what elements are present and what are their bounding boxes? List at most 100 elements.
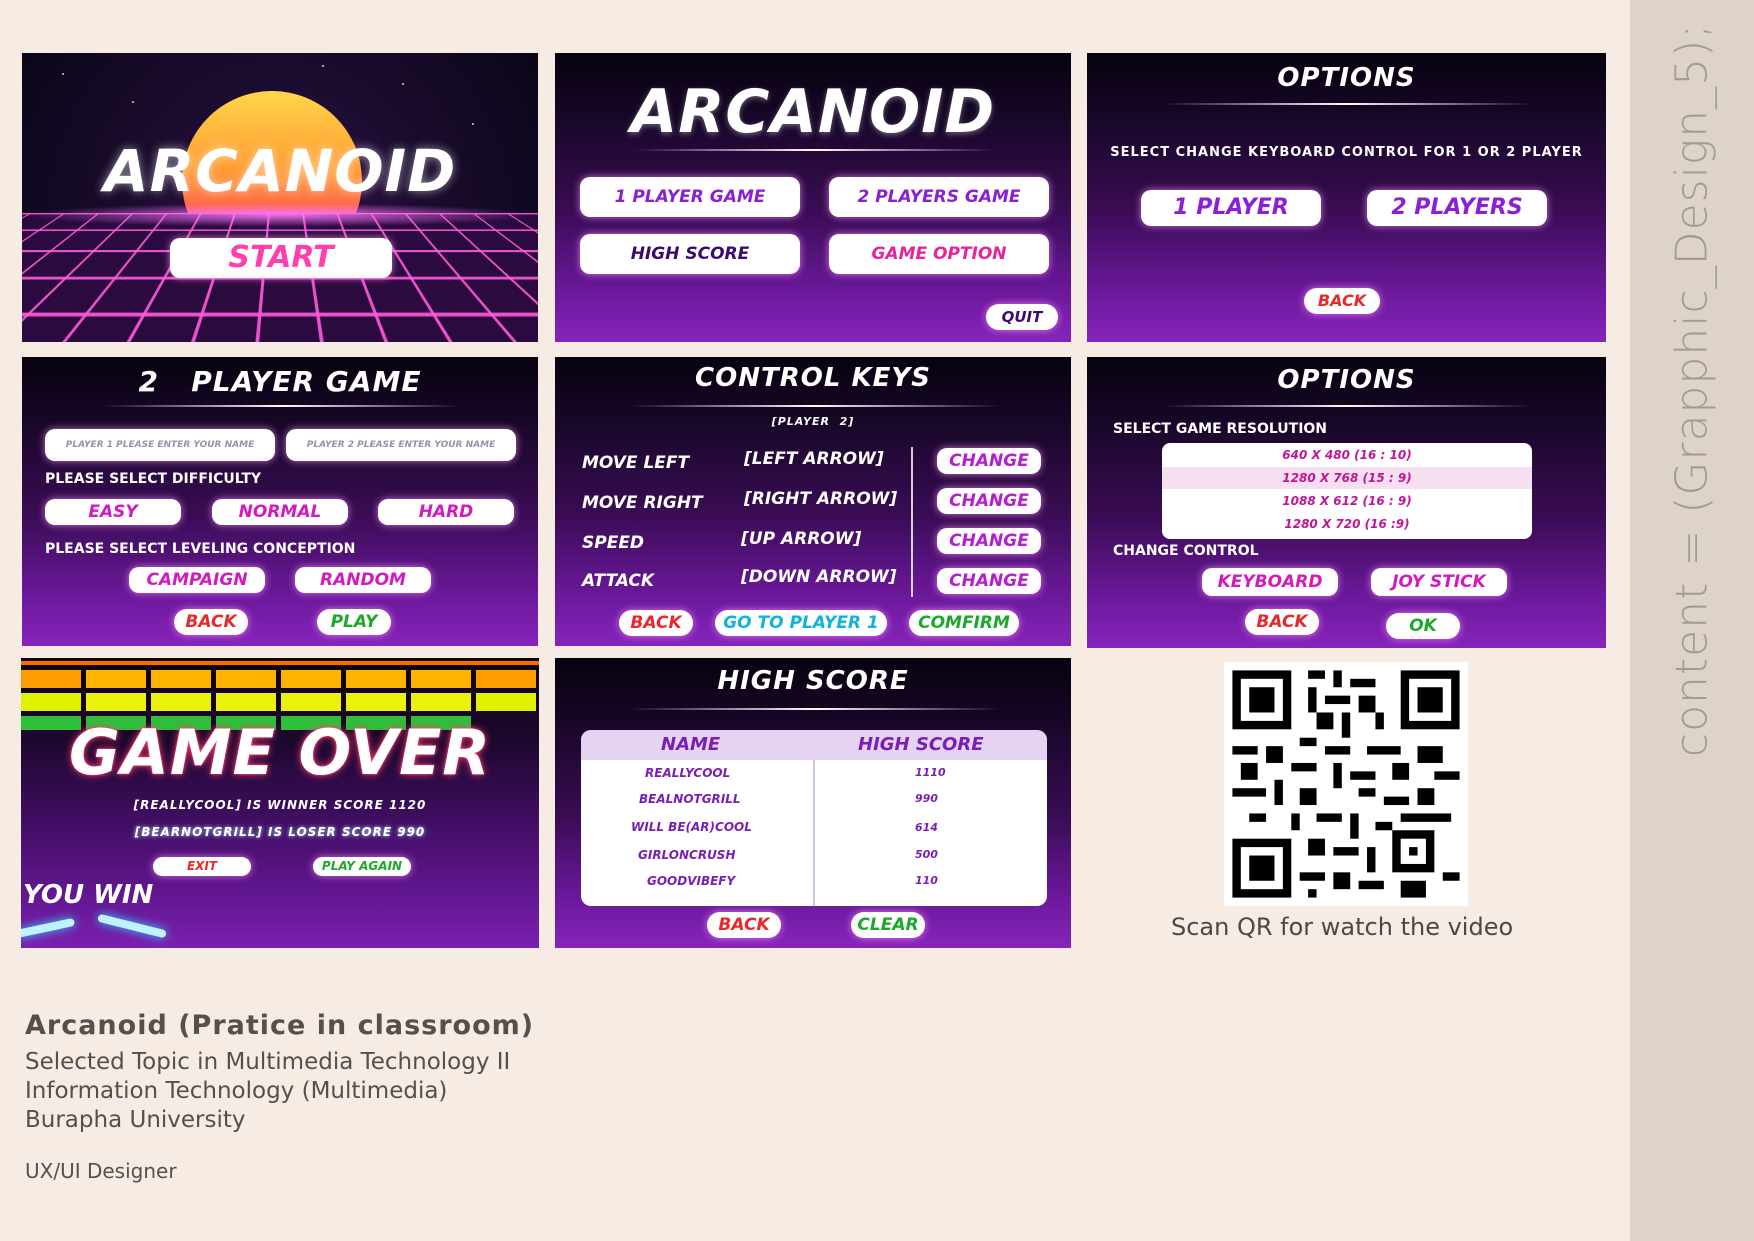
- one-player-game-button[interactable]: 1 PLAYER GAME: [580, 177, 800, 217]
- start-button[interactable]: START: [170, 238, 392, 278]
- score-column-header: HIGH SCORE: [858, 734, 984, 755]
- player-indicator: [PLAYER 2]: [771, 415, 855, 428]
- back-button[interactable]: BACK: [619, 610, 693, 636]
- qr-code-icon: [1224, 662, 1468, 906]
- qr-code[interactable]: [1224, 662, 1468, 906]
- high-score-table: NAME HIGH SCORE REALLYCOOL 1110 BEALNOTG…: [581, 730, 1047, 906]
- change-button[interactable]: CHANGE: [937, 528, 1041, 554]
- laser-paddle: [21, 917, 76, 939]
- action-label: MOVE RIGHT: [582, 493, 703, 513]
- two-players-game-button[interactable]: 2 PLAYERS GAME: [829, 177, 1049, 217]
- high-score-panel: HIGH SCORE NAME HIGH SCORE REALLYCOOL 11…: [555, 658, 1071, 948]
- title-underline: [635, 149, 995, 151]
- score-cell: 614: [915, 821, 938, 834]
- game-option-button[interactable]: GAME OPTION: [829, 234, 1049, 274]
- options-title: OPTIONS: [1277, 63, 1416, 93]
- options-keyboard-panel: OPTIONS SELECT CHANGE KEYBOARD CONTROL F…: [1087, 53, 1606, 342]
- laser-paddle: [97, 913, 167, 939]
- player-name-cell: BEALNOTGRILL: [639, 792, 741, 806]
- change-button[interactable]: CHANGE: [937, 448, 1041, 474]
- key-label: [LEFT ARROW]: [744, 449, 884, 469]
- action-label: SPEED: [582, 533, 645, 553]
- random-button[interactable]: RANDOM: [295, 567, 431, 593]
- easy-button[interactable]: EASY: [45, 499, 181, 525]
- star: [322, 65, 324, 67]
- play-again-button[interactable]: PLAY AGAIN: [313, 857, 411, 876]
- title-underline: [630, 405, 1000, 407]
- qr-caption: Scan QR for watch the video: [1171, 913, 1514, 941]
- player-name-cell: GOODVIBEFY: [647, 874, 736, 888]
- quit-button[interactable]: QUIT: [986, 304, 1058, 330]
- column-divider: [813, 760, 815, 906]
- project-line1: Selected Topic in Multimedia Technology …: [25, 1049, 511, 1075]
- project-line3: Burapha University: [25, 1107, 246, 1133]
- joystick-button[interactable]: JOY STICK: [1371, 568, 1507, 596]
- resolution-option-selected[interactable]: 1280 X 768 (15 : 9): [1162, 467, 1532, 489]
- title-underline: [1162, 103, 1532, 105]
- star: [472, 123, 474, 125]
- confirm-button[interactable]: COMFIRM: [909, 610, 1019, 636]
- back-button[interactable]: BACK: [1304, 288, 1380, 314]
- two-player-game-panel: 2 PLAYER GAME PLAYER 1 PLEASE ENTER YOUR…: [22, 357, 538, 646]
- score-cell: 1110: [915, 766, 946, 779]
- high-score-button[interactable]: HIGH SCORE: [580, 234, 800, 274]
- resolution-option[interactable]: 1280 X 720 (16 :9): [1162, 513, 1532, 535]
- options-title: OPTIONS: [1277, 365, 1416, 395]
- leveling-label: PLEASE SELECT LEVELING CONCEPTION: [45, 541, 356, 557]
- player1-name-input[interactable]: PLAYER 1 PLEASE ENTER YOUR NAME: [45, 429, 275, 461]
- game-logo-title: ARCANOID: [103, 137, 457, 205]
- project-title: Arcanoid (Pratice in classroom): [25, 1010, 535, 1041]
- score-cell: 110: [915, 874, 938, 887]
- normal-button[interactable]: NORMAL: [212, 499, 348, 525]
- difficulty-label: PLEASE SELECT DIFFICULTY: [45, 471, 262, 487]
- control-keys-title: CONTROL KEYS: [695, 363, 931, 393]
- keyboard-control-subtitle: SELECT CHANGE KEYBOARD CONTROL FOR 1 OR …: [1110, 145, 1583, 160]
- change-button[interactable]: CHANGE: [937, 488, 1041, 514]
- you-win-label: YOU WIN: [23, 880, 154, 910]
- menu-logo-title: ARCANOID: [630, 77, 996, 147]
- resolution-label: SELECT GAME RESOLUTION: [1113, 421, 1328, 437]
- star: [402, 83, 404, 85]
- options-resolution-panel: OPTIONS SELECT GAME RESOLUTION 640 X 480…: [1087, 357, 1606, 648]
- campaign-button[interactable]: CAMPAIGN: [129, 567, 265, 593]
- resolution-option[interactable]: 640 X 480 (16 : 10): [1162, 444, 1532, 466]
- change-button[interactable]: CHANGE: [937, 568, 1041, 594]
- hard-button[interactable]: HARD: [378, 499, 514, 525]
- title-underline: [102, 405, 462, 407]
- loser-line: [BEARNOTGRILL] IS LOSER SCORE 990: [134, 825, 426, 839]
- exit-button[interactable]: EXIT: [153, 857, 251, 876]
- back-button[interactable]: BACK: [707, 912, 781, 938]
- player-name-cell: REALLYCOOL: [645, 766, 731, 780]
- game-over-panel: GAME OVER [REALLYCOOL] IS WINNER SCORE 1…: [21, 658, 539, 948]
- title-underline: [630, 708, 1000, 710]
- action-label: MOVE LEFT: [582, 453, 690, 473]
- horizon-glow: [22, 203, 538, 227]
- clear-button[interactable]: CLEAR: [851, 912, 925, 938]
- go-to-player1-button[interactable]: GO TO PLAYER 1: [715, 610, 887, 636]
- action-label: ATTACK: [582, 571, 655, 591]
- star: [132, 101, 134, 103]
- play-button[interactable]: PLAY: [317, 609, 391, 635]
- two-players-button[interactable]: 2 PLAYERS: [1367, 190, 1547, 226]
- title-underline: [1162, 405, 1532, 407]
- back-button[interactable]: BACK: [174, 609, 248, 635]
- key-label: [DOWN ARROW]: [741, 567, 897, 587]
- resolution-list[interactable]: 640 X 480 (16 : 10) 1280 X 768 (15 : 9) …: [1162, 443, 1532, 539]
- winner-line: [REALLYCOOL] IS WINNER SCORE 1120: [133, 798, 427, 812]
- main-menu-panel: ARCANOID 1 PLAYER GAME 2 PLAYERS GAME HI…: [555, 53, 1071, 342]
- one-player-button[interactable]: 1 PLAYER: [1141, 190, 1321, 226]
- title-screen-panel: ARCANOID START: [22, 53, 538, 342]
- player2-name-input[interactable]: PLAYER 2 PLEASE ENTER YOUR NAME: [286, 429, 516, 461]
- two-player-title: 2 PLAYER GAME: [138, 365, 422, 398]
- ok-button[interactable]: OK: [1386, 613, 1460, 639]
- keyboard-button[interactable]: KEYBOARD: [1202, 568, 1338, 596]
- back-button[interactable]: BACK: [1245, 609, 1319, 635]
- change-control-label: CHANGE CONTROL: [1113, 543, 1259, 559]
- player-name-cell: GIRLONCRUSH: [638, 848, 736, 862]
- player-name-cell: WILL BE(AR)COOL: [631, 820, 752, 834]
- resolution-option[interactable]: 1088 X 612 (16 : 9): [1162, 490, 1532, 512]
- high-score-title: HIGH SCORE: [717, 666, 909, 696]
- column-divider: [911, 447, 913, 597]
- star: [62, 73, 64, 75]
- name-column-header: NAME: [661, 734, 721, 755]
